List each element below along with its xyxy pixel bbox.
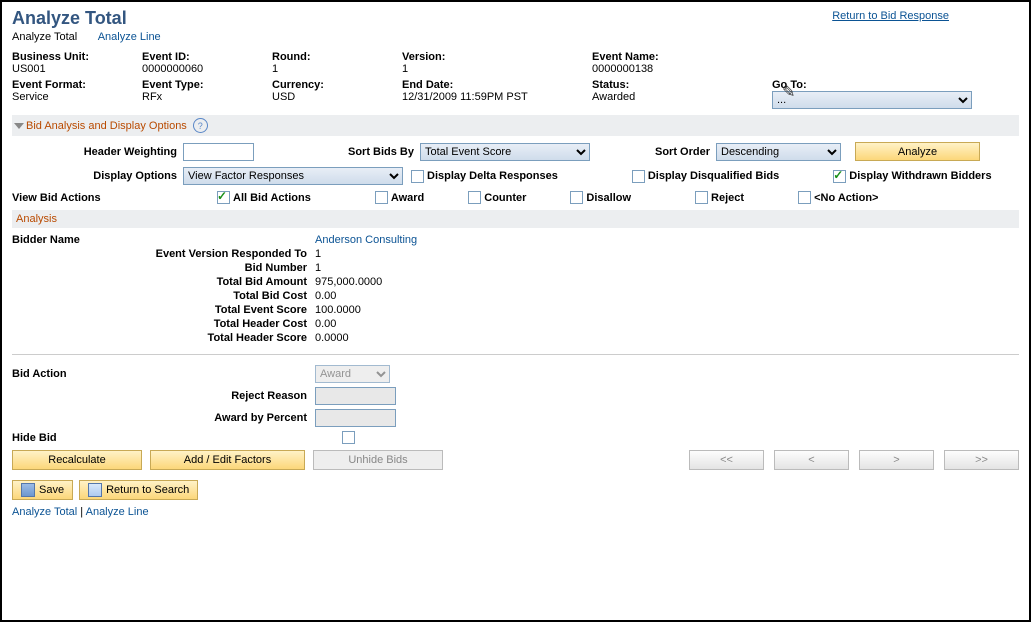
award-percent-label: Award by Percent [12,412,315,424]
total-header-cost-value: 0.00 [315,318,336,330]
total-bid-amount-label: Total Bid Amount [12,276,315,288]
no-action-checkbox[interactable]: <No Action> [798,191,878,204]
currency-value: USD [272,91,372,103]
event-name-value: 0000000138 [592,63,692,75]
display-disqualified-checkbox[interactable]: Display Disqualified Bids [632,170,779,183]
bid-action-select: Award [315,365,390,383]
round-value: 1 [272,63,372,75]
bidder-name-label: Bidder Name [12,234,315,246]
total-header-score-label: Total Header Score [12,332,315,344]
nav-last-button[interactable]: >> [944,450,1019,470]
add-edit-factors-button[interactable]: Add / Edit Factors [150,450,305,470]
total-event-score-value: 100.0000 [315,304,361,316]
help-icon[interactable]: ? [193,118,208,133]
collapse-icon[interactable] [14,123,24,129]
bid-action-label: Bid Action [12,368,152,380]
round-label: Round: [272,51,372,63]
display-withdrawn-checkbox[interactable]: Display Withdrawn Bidders [833,170,991,183]
tab-bar: Analyze Total Analyze Line [12,31,1019,43]
tab-analyze-total[interactable]: Analyze Total [12,31,77,43]
bid-number-label: Bid Number [12,262,315,274]
event-format-value: Service [12,91,112,103]
header-weighting-label: Header Weighting [12,146,177,158]
total-header-cost-label: Total Header Cost [12,318,315,330]
sort-order-label: Sort Order [590,146,710,158]
save-icon [21,483,35,497]
unhide-bids-button: Unhide Bids [313,450,443,470]
version-label: Version: [402,51,562,63]
return-bid-response-link[interactable]: Return to Bid Response [832,10,949,22]
event-format-label: Event Format: [12,79,112,91]
bidder-link[interactable]: Anderson Consulting [315,234,417,246]
total-header-score-value: 0.0000 [315,332,349,344]
status-value: Awarded [592,91,692,103]
reject-reason-label: Reject Reason [12,390,315,402]
hide-bid-checkbox[interactable] [342,431,355,444]
search-icon [88,483,102,497]
sort-order-select[interactable]: Descending [716,143,841,161]
total-bid-cost-value: 0.00 [315,290,336,302]
analysis-section-header: Analysis [12,210,1019,228]
header-weighting-input[interactable] [183,143,254,161]
bid-number-value: 1 [315,262,321,274]
footer-links: Analyze Total | Analyze Line [12,506,1019,518]
end-date-label: End Date: [402,79,562,91]
goto-label: Go To: [772,79,972,91]
footer-analyze-total-link[interactable]: Analyze Total [12,506,77,518]
save-button[interactable]: Save [12,480,73,500]
event-id-label: Event ID: [142,51,242,63]
event-version-label: Event Version Responded To [12,248,315,260]
currency-label: Currency: [272,79,372,91]
display-delta-checkbox[interactable]: Display Delta Responses [411,170,558,183]
award-checkbox[interactable]: Award [375,191,424,204]
sort-bids-label: Sort Bids By [254,146,414,158]
disallow-checkbox[interactable]: Disallow [570,191,631,204]
event-id-value: 0000000060 [142,63,242,75]
reject-reason-input [315,387,396,405]
all-bid-actions-checkbox[interactable]: All Bid Actions [217,191,311,204]
status-label: Status: [592,79,692,91]
nav-next-button[interactable]: > [859,450,934,470]
end-date-value: 12/31/2009 11:59PM PST [402,91,562,103]
header-fields-row2: Event Format:Service Event Type:RFx Curr… [12,79,1019,109]
display-options-select[interactable]: View Factor Responses [183,167,403,185]
total-bid-cost-label: Total Bid Cost [12,290,315,302]
nav-first-button[interactable]: << [689,450,764,470]
event-type-label: Event Type: [142,79,242,91]
header-fields-row1: Business Unit:US001 Event ID:0000000060 … [12,51,1019,75]
reject-checkbox[interactable]: Reject [695,191,744,204]
return-to-search-button[interactable]: Return to Search [79,480,198,500]
award-percent-input [315,409,396,427]
counter-checkbox[interactable]: Counter [468,191,526,204]
edit-icon[interactable]: ✎ [782,82,795,102]
event-version-value: 1 [315,248,321,260]
nav-prev-button[interactable]: < [774,450,849,470]
total-event-score-label: Total Event Score [12,304,315,316]
bid-analysis-section-title: Bid Analysis and Display Options [26,120,187,132]
event-name-label: Event Name: [592,51,692,63]
sort-bids-select[interactable]: Total Event Score [420,143,590,161]
hide-bid-label: Hide Bid [12,432,152,444]
display-options-label: Display Options [12,170,177,182]
tab-analyze-line[interactable]: Analyze Line [98,31,161,43]
goto-select[interactable]: ... [772,91,972,109]
event-type-value: RFx [142,91,242,103]
version-value: 1 [402,63,562,75]
view-bid-actions-label: View Bid Actions [12,192,177,204]
recalculate-button[interactable]: Recalculate [12,450,142,470]
total-bid-amount-value: 975,000.0000 [315,276,382,288]
bid-analysis-section-header[interactable]: Bid Analysis and Display Options ? [12,115,1019,136]
footer-analyze-line-link[interactable]: Analyze Line [86,506,149,518]
divider [12,354,1019,355]
business-unit-value: US001 [12,63,112,75]
analyze-button[interactable]: Analyze [855,142,980,161]
business-unit-label: Business Unit: [12,51,112,63]
